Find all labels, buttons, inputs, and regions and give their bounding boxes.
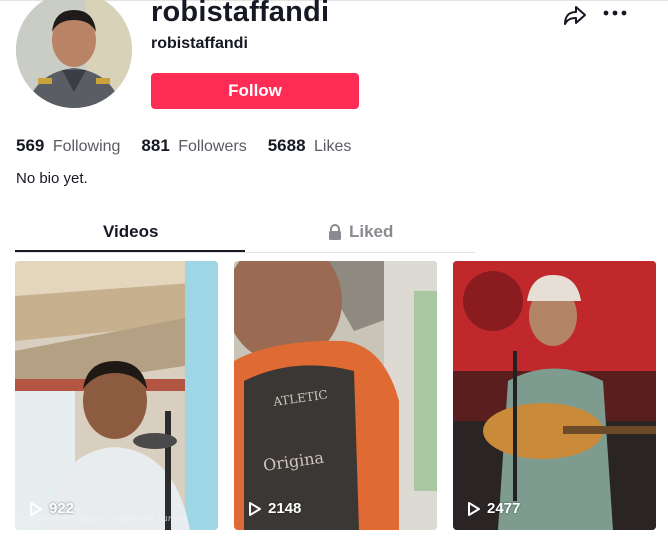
stat-likes-value: 5688 (267, 136, 306, 155)
stat-following-value: 569 (16, 136, 45, 155)
tab-videos[interactable]: Videos (103, 222, 158, 242)
video-views: 2477 (467, 500, 520, 517)
profile-bio: No bio yet. (16, 170, 88, 187)
profile-stats: 569 Following 881 Followers 5688 Likes (16, 136, 372, 156)
avatar[interactable] (16, 0, 132, 108)
video-views: 922 (29, 500, 74, 517)
play-icon (249, 501, 261, 516)
stat-likes: 5688 Likes (268, 136, 352, 156)
lock-icon (329, 224, 341, 240)
video-card[interactable]: ATLETIC Origina 2148 (234, 261, 437, 530)
profile-username: robistaffandi (151, 0, 330, 28)
tab-liked-label: Liked (349, 222, 394, 241)
video-card[interactable]: rese dermana apapun saudaramu harajut 92… (15, 261, 218, 530)
video-views-count: 2477 (487, 500, 521, 517)
video-views-count: 2148 (268, 500, 302, 517)
video-thumbnail (15, 261, 218, 530)
stat-following-label: Following (52, 138, 121, 155)
play-icon (468, 501, 480, 516)
video-thumbnail: ATLETIC Origina (234, 261, 437, 530)
play-icon (30, 501, 42, 516)
active-tab-indicator (15, 250, 245, 252)
stat-following[interactable]: 569 Following (16, 136, 120, 156)
video-views: 2148 (248, 500, 301, 517)
stat-followers-value: 881 (141, 136, 170, 155)
more-icon[interactable] (602, 3, 628, 23)
video-thumbnail (453, 261, 656, 530)
profile-nickname: robistaffandi (151, 35, 248, 52)
video-card[interactable]: 2477 (453, 261, 656, 530)
share-icon[interactable] (562, 2, 588, 28)
video-views-count: 922 (49, 500, 75, 517)
profile-tabs: Videos Liked (15, 216, 475, 253)
tab-liked[interactable]: Liked (328, 222, 393, 242)
stat-followers[interactable]: 881 Followers (141, 136, 246, 156)
stat-followers-label: Followers (178, 138, 247, 155)
follow-button[interactable]: Follow (151, 73, 359, 109)
stat-likes-label: Likes (314, 138, 352, 155)
